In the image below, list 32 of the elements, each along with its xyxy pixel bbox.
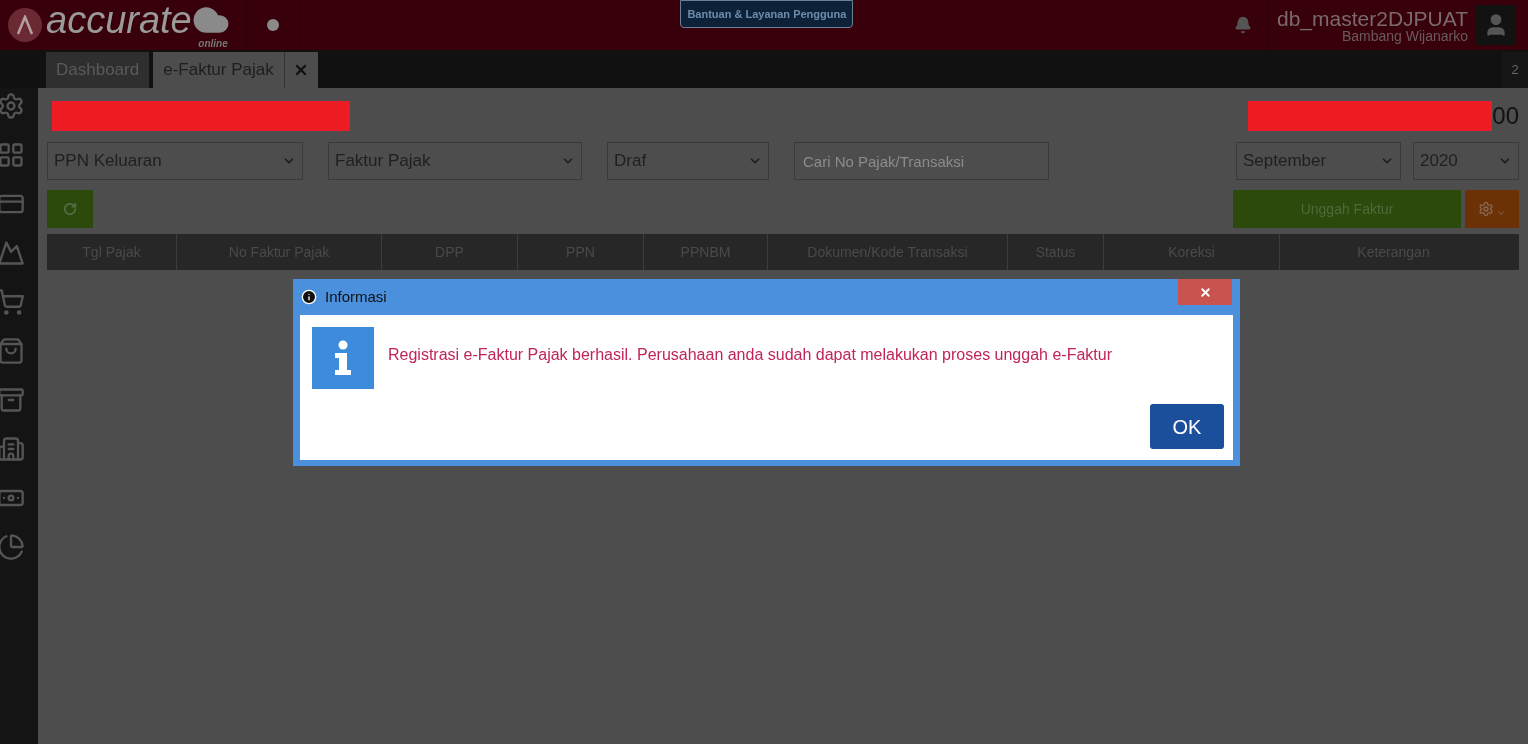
grid-icon[interactable] — [0, 141, 25, 169]
info-icon — [301, 289, 317, 305]
info-icon — [312, 327, 374, 389]
ok-button[interactable]: OK — [1150, 404, 1224, 449]
refresh-icon — [63, 202, 77, 216]
close-tab-button[interactable] — [283, 52, 318, 88]
chevron-down-icon — [1496, 208, 1506, 218]
building-icon[interactable] — [0, 435, 25, 463]
logo-text: accurate — [46, 1, 192, 39]
bag-icon[interactable] — [0, 337, 25, 365]
settings-icon — [1478, 201, 1494, 217]
logo-subtitle: online — [198, 39, 228, 49]
settings-button[interactable] — [1465, 190, 1519, 228]
close-button[interactable] — [1178, 279, 1232, 305]
avatar-button[interactable] — [1476, 5, 1516, 45]
tab-count[interactable]: 2 — [1502, 52, 1528, 88]
cart-icon[interactable] — [0, 288, 25, 316]
mountain-icon[interactable] — [0, 239, 25, 267]
dialog-title: Informasi — [325, 286, 387, 307]
pie-chart-icon[interactable] — [0, 533, 25, 561]
user-name: Bambang Wijanarko — [1341, 28, 1468, 43]
page-title-tail: 00 — [1492, 101, 1519, 131]
logo-icon — [8, 8, 42, 42]
search-field[interactable]: Cari No Pajak/Transaksi — [794, 142, 1049, 180]
close-icon — [1198, 285, 1212, 299]
gear-icon[interactable] — [0, 92, 25, 120]
database-name: db_master2DJPUAT — [1277, 7, 1468, 29]
bell-icon — [1234, 16, 1252, 34]
refresh-button[interactable] — [47, 190, 93, 228]
drawer-icon[interactable] — [0, 386, 25, 414]
dialog-message: Registrasi e-Faktur Pajak berhasil. Perusahaan anda sudah dapat melakukan proses unggah e-Faktur — [388, 345, 1113, 365]
help-button[interactable]: Bantuan & Layanan Pengguna — [680, 0, 854, 28]
